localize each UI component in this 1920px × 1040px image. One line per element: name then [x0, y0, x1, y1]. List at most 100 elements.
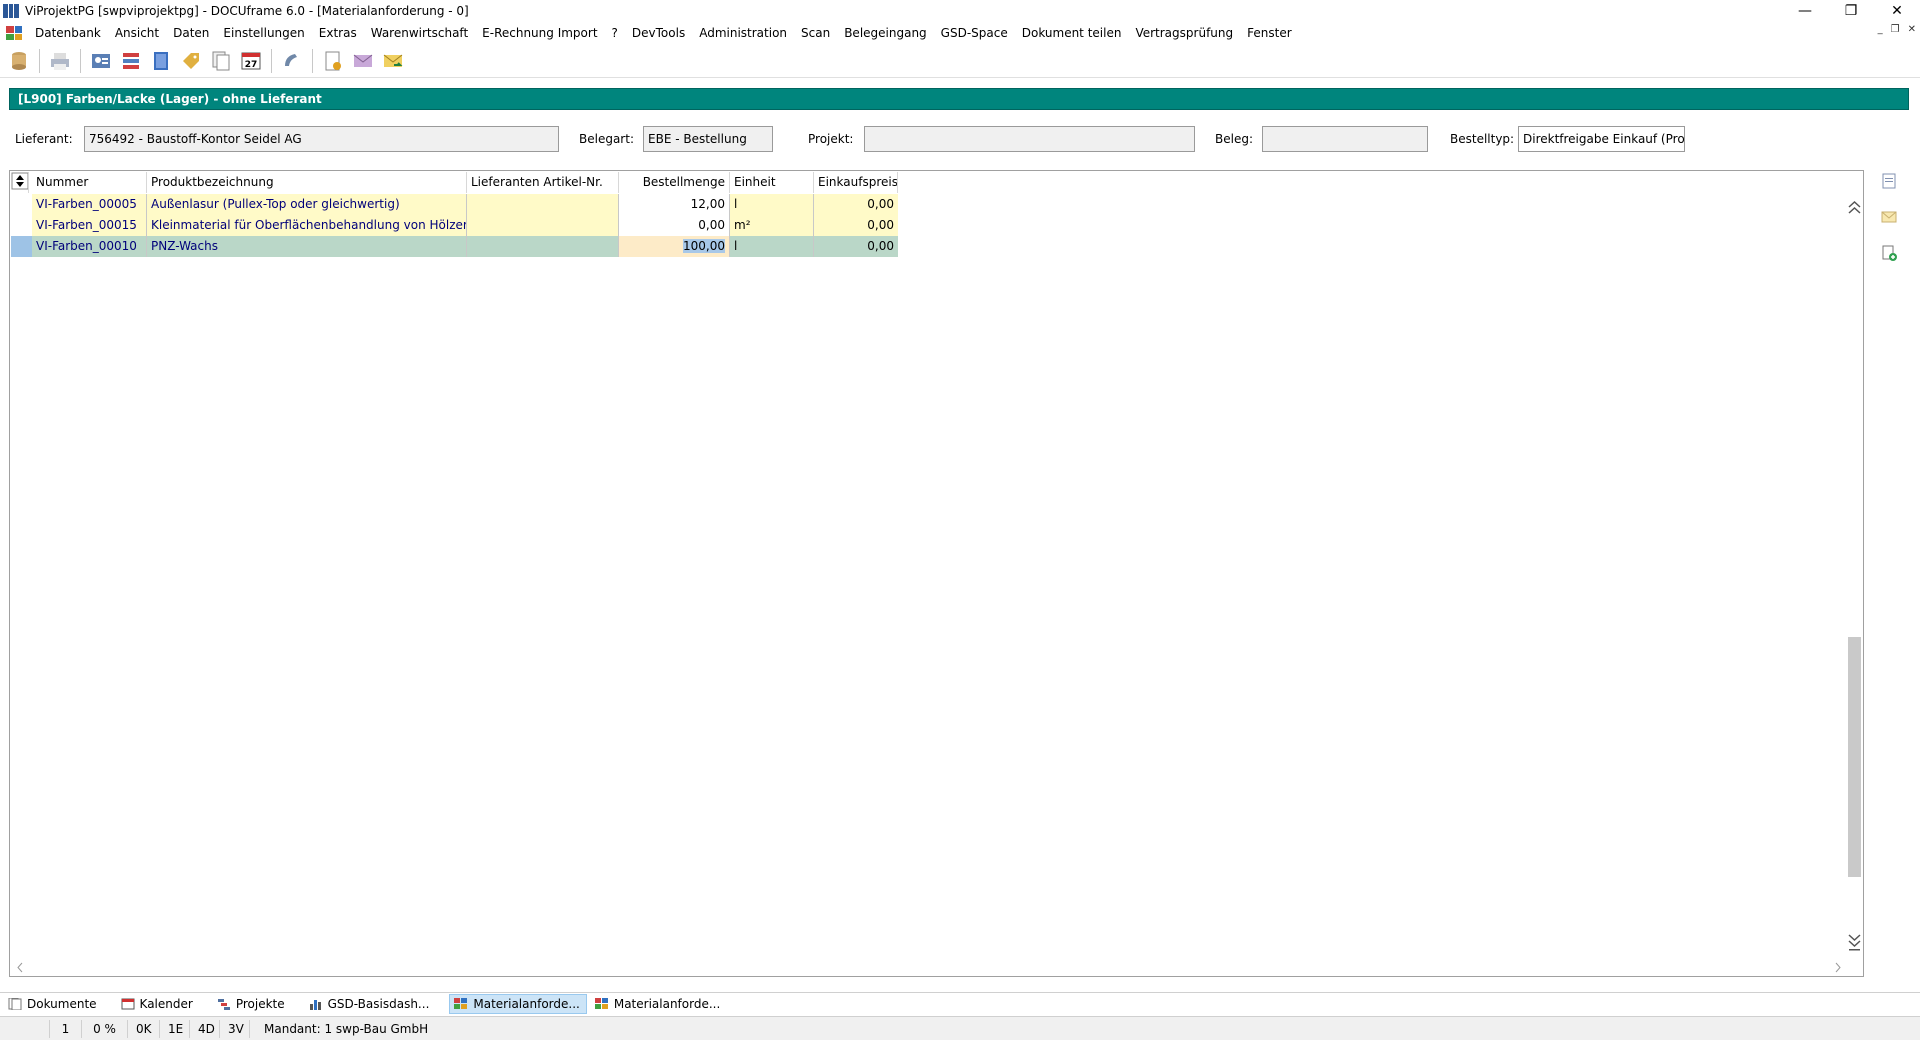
new-document-icon[interactable]: [320, 48, 346, 74]
tab-projekte[interactable]: Projekte: [213, 994, 291, 1014]
status-bar: 1 0 % 0K 1E 4D 3V Mandant: 1 swp-Bau Gmb…: [0, 1016, 1920, 1040]
vertical-scrollbar[interactable]: [1846, 197, 1863, 957]
restore-button[interactable]: ❐: [1828, 0, 1874, 22]
cell-produktbezeichnung[interactable]: Außenlasur (Pullex-Top oder gleichwertig…: [147, 194, 467, 215]
cell-bestellmenge-editing[interactable]: 100,00: [619, 236, 730, 257]
tag-icon[interactable]: [178, 48, 204, 74]
documents-icon[interactable]: [208, 48, 234, 74]
calendar-icon: [121, 998, 135, 1009]
row-selector[interactable]: [11, 236, 32, 257]
database-icon[interactable]: [6, 48, 32, 74]
scroll-to-top-icon[interactable]: [1846, 197, 1863, 227]
cell-lieferanten-artikel-nr[interactable]: [467, 215, 619, 236]
table-row[interactable]: VI-Farben_00015 Kleinmaterial für Oberfl…: [10, 215, 898, 236]
selected-text[interactable]: 100,00: [683, 239, 725, 253]
book-icon[interactable]: [148, 48, 174, 74]
scroll-to-bottom-icon[interactable]: [1846, 927, 1863, 957]
menu-warenwirtschaft[interactable]: Warenwirtschaft: [364, 26, 475, 40]
column-header-produktbezeichnung[interactable]: Produktbezeichnung: [147, 172, 467, 193]
cell-nummer[interactable]: VI-Farben_00005: [32, 194, 147, 215]
add-document-icon[interactable]: [1880, 244, 1898, 262]
column-header-einkaufspreis[interactable]: Einkaufspreis: [814, 172, 898, 193]
bestelltyp-label: Bestelltyp:: [1450, 132, 1515, 146]
calendar-icon[interactable]: 27: [238, 48, 264, 74]
menu-dokument-teilen[interactable]: Dokument teilen: [1015, 26, 1129, 40]
toolbar: 27: [0, 44, 1920, 78]
cell-lieferanten-artikel-nr[interactable]: [467, 236, 619, 257]
cell-produktbezeichnung[interactable]: Kleinmaterial für Oberflächenbehandlung …: [147, 215, 467, 236]
mail-forward-icon[interactable]: [380, 48, 406, 74]
contacts-icon[interactable]: [88, 48, 114, 74]
mail-icon[interactable]: [350, 48, 376, 74]
menu-fenster[interactable]: Fenster: [1240, 26, 1299, 40]
cell-einheit[interactable]: m²: [730, 215, 814, 236]
tab-dokumente[interactable]: Dokumente: [4, 994, 103, 1014]
status-e: 1E: [160, 1019, 190, 1038]
horizontal-scrollbar[interactable]: [10, 959, 1846, 976]
table-row[interactable]: VI-Farben_00005 Außenlasur (Pullex-Top o…: [10, 194, 898, 215]
cell-nummer[interactable]: VI-Farben_00010: [32, 236, 147, 257]
lieferant-label: Lieferant:: [15, 132, 73, 146]
list-icon[interactable]: [1880, 172, 1898, 190]
status-v: 3V: [220, 1019, 250, 1038]
menu-help[interactable]: ?: [605, 26, 625, 40]
mdi-restore-button[interactable]: ❐: [1891, 24, 1900, 35]
menu-e-rechnung-import[interactable]: E-Rechnung Import: [475, 26, 604, 40]
column-header-nummer[interactable]: Nummer: [32, 172, 147, 193]
scroll-left-icon[interactable]: [12, 959, 29, 976]
scroll-right-icon[interactable]: [1829, 959, 1846, 976]
tab-gsd-basisdashboard[interactable]: GSD-Basisdash...: [305, 994, 436, 1014]
cell-einkaufspreis[interactable]: 0,00: [814, 194, 898, 215]
side-actions: [1864, 170, 1914, 977]
cell-nummer[interactable]: VI-Farben_00015: [32, 215, 147, 236]
minimize-button[interactable]: —: [1782, 0, 1828, 22]
lieferant-field[interactable]: 756492 - Baustoff-Kontor Seidel AG: [84, 126, 559, 152]
menu-administration[interactable]: Administration: [692, 26, 794, 40]
cell-einkaufspreis[interactable]: 0,00: [814, 215, 898, 236]
menu-ansicht[interactable]: Ansicht: [108, 26, 166, 40]
mdi-window-icon[interactable]: [6, 26, 22, 40]
cell-lieferanten-artikel-nr[interactable]: [467, 194, 619, 215]
tab-materialanforderung[interactable]: Materialanforde...: [591, 994, 726, 1014]
document-header: [L900] Farben/Lacke (Lager) - ohne Liefe…: [9, 88, 1909, 110]
phone-icon[interactable]: [279, 48, 305, 74]
cell-einheit[interactable]: l: [730, 236, 814, 257]
mdi-close-button[interactable]: ✕: [1908, 24, 1916, 35]
menu-einstellungen[interactable]: Einstellungen: [216, 26, 311, 40]
print-icon[interactable]: [47, 48, 73, 74]
belegart-field[interactable]: EBE - Bestellung: [643, 126, 773, 152]
menu-daten[interactable]: Daten: [166, 26, 216, 40]
menu-belegeingang[interactable]: Belegeingang: [837, 26, 933, 40]
mdi-minimize-button[interactable]: _: [1878, 24, 1883, 35]
menu-scan[interactable]: Scan: [794, 26, 837, 40]
menu-bar: Datenbank Ansicht Daten Einstellungen Ex…: [0, 22, 1920, 44]
menu-extras[interactable]: Extras: [312, 26, 364, 40]
order-fields: Lieferant: 756492 - Baustoff-Kontor Seid…: [0, 124, 1920, 154]
cell-einkaufspreis[interactable]: 0,00: [814, 236, 898, 257]
cell-bestellmenge[interactable]: 0,00: [619, 215, 730, 236]
menu-gsd-space[interactable]: GSD-Space: [934, 26, 1015, 40]
cell-bestellmenge[interactable]: 12,00: [619, 194, 730, 215]
mail-send-icon[interactable]: [1880, 208, 1898, 226]
sort-toggle-button[interactable]: [11, 172, 29, 193]
projects-icon: [217, 998, 230, 1010]
column-header-einheit[interactable]: Einheit: [730, 172, 814, 193]
cell-produktbezeichnung[interactable]: PNZ-Wachs: [147, 236, 467, 257]
tab-materialanforderung-active[interactable]: Materialanforde...: [449, 993, 587, 1014]
column-header-bestellmenge[interactable]: Bestellmenge: [619, 172, 730, 193]
table-row-selected[interactable]: VI-Farben_00010 PNZ-Wachs 100,00 l 0,00: [10, 236, 898, 257]
column-header-lieferanten-artikel-nr[interactable]: Lieferanten Artikel-Nr.: [467, 172, 619, 193]
close-button[interactable]: ✕: [1874, 0, 1920, 22]
projekt-field[interactable]: [864, 126, 1195, 152]
tasks-icon[interactable]: [118, 48, 144, 74]
tab-kalender[interactable]: Kalender: [117, 994, 199, 1014]
material-grid: Nummer Produktbezeichnung Lieferanten Ar…: [9, 170, 1864, 977]
vertical-scroll-thumb[interactable]: [1848, 637, 1861, 877]
cell-einheit[interactable]: l: [730, 194, 814, 215]
menu-vertragspruefung[interactable]: Vertragsprüfung: [1128, 26, 1240, 40]
menu-datenbank[interactable]: Datenbank: [28, 26, 108, 40]
beleg-field[interactable]: [1262, 126, 1428, 152]
tab-label: Materialanforde...: [613, 996, 721, 1011]
menu-devtools[interactable]: DevTools: [625, 26, 692, 40]
bestelltyp-field[interactable]: Direktfreigabe Einkauf (Projekt: [1518, 126, 1685, 152]
